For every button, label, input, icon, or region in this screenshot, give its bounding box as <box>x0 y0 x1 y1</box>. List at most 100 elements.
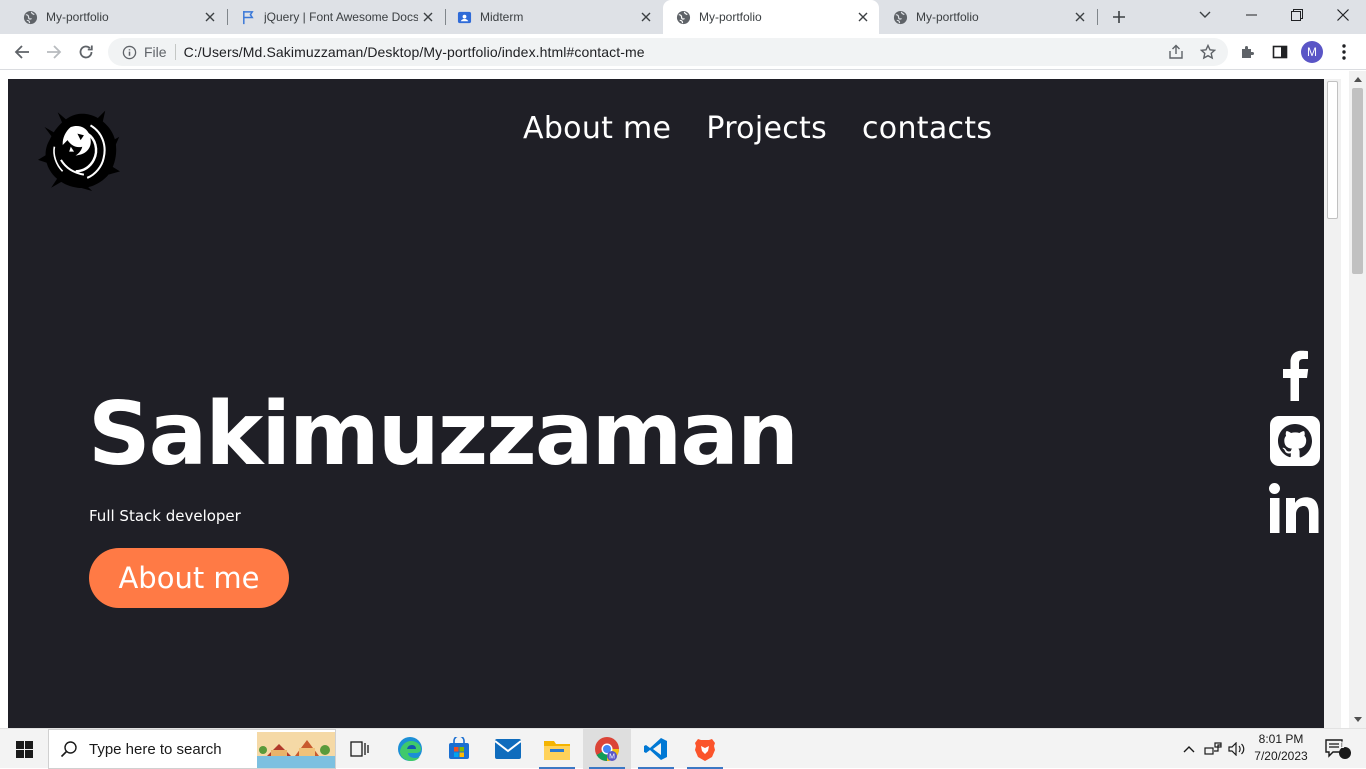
profile-avatar[interactable]: M <box>1301 41 1323 63</box>
task-view-button[interactable] <box>336 729 384 769</box>
linkedin-icon[interactable] <box>1266 482 1324 534</box>
search-icon <box>49 740 89 758</box>
address-scheme-label: File <box>144 44 176 60</box>
close-icon[interactable] <box>200 7 220 27</box>
store-taskbar-button[interactable] <box>435 729 483 769</box>
address-bar[interactable]: File C:/Users/Md.Sakimuzzaman/Desktop/My… <box>108 38 1228 66</box>
tab-my-portfolio-1[interactable]: My-portfolio <box>0 0 226 34</box>
forward-button[interactable] <box>40 38 68 66</box>
browser-toolbar: File C:/Users/Md.Sakimuzzaman/Desktop/My… <box>0 34 1366 70</box>
puzzle-icon <box>1242 46 1254 58</box>
tab-jquery-font-awesome[interactable]: jQuery | Font Awesome Docs <box>228 0 444 34</box>
back-button[interactable] <box>8 38 36 66</box>
arrow-left-icon <box>14 45 29 59</box>
volume-tray-button[interactable] <box>1226 729 1248 769</box>
close-icon[interactable] <box>1070 7 1090 27</box>
globe-icon <box>675 9 691 25</box>
speaker-icon <box>1228 742 1245 756</box>
side-panel-button[interactable] <box>1266 38 1294 66</box>
page-scrollbar-thumb[interactable] <box>1327 81 1338 219</box>
svg-text:M: M <box>609 754 615 761</box>
url-text[interactable]: C:/Users/Md.Sakimuzzaman/Desktop/My-port… <box>184 44 645 60</box>
close-window-button[interactable] <box>1320 0 1366 30</box>
new-tab-button[interactable] <box>1108 6 1130 28</box>
tab-my-portfolio-active[interactable]: My-portfolio <box>663 0 879 34</box>
chrome-taskbar-button[interactable]: M <box>583 729 631 769</box>
mail-taskbar-button[interactable] <box>484 729 532 769</box>
globe-icon <box>22 9 38 25</box>
close-icon[interactable] <box>853 7 873 27</box>
tab-search-button[interactable] <box>1182 0 1228 30</box>
folder-icon <box>544 741 570 760</box>
taskbar-clock[interactable]: 8:01 PM 7/20/2023 <box>1248 731 1314 765</box>
chrome-icon: M <box>595 737 619 761</box>
tab-title: My-portfolio <box>916 10 979 24</box>
start-button[interactable] <box>0 729 48 769</box>
network-tray-button[interactable] <box>1202 729 1224 769</box>
globe-icon <box>892 9 908 25</box>
windows-logo-icon <box>15 740 33 758</box>
mail-icon <box>495 739 521 759</box>
arrow-right-icon <box>47 45 62 59</box>
network-icon <box>1204 742 1222 755</box>
chevron-down-icon <box>1199 11 1211 18</box>
clock-time: 8:01 PM <box>1258 732 1304 746</box>
tab-my-portfolio-3[interactable]: My-portfolio <box>880 0 1096 34</box>
hero-name: Sakimuzzaman <box>88 383 799 485</box>
nav-link-contacts[interactable]: contacts <box>862 111 992 146</box>
extensions-button[interactable] <box>1234 38 1262 66</box>
scroll-down-arrow[interactable] <box>1349 711 1366 728</box>
notification-center-button[interactable]: 1 <box>1318 729 1358 769</box>
classroom-icon <box>456 9 472 25</box>
triangle-down-icon <box>1353 717 1362 722</box>
restore-button[interactable] <box>1274 0 1320 30</box>
nav-link-projects[interactable]: Projects <box>706 111 827 146</box>
reload-icon <box>79 45 93 59</box>
menu-button[interactable] <box>1330 38 1358 66</box>
tab-title: My-portfolio <box>46 10 109 24</box>
windows-taskbar: Type here to search M 8:01 PM 7/20/2023 … <box>0 728 1366 769</box>
triangle-up-icon <box>1353 77 1362 82</box>
hero-role: Full Stack developer <box>89 507 241 525</box>
search-highlight-image <box>257 732 335 768</box>
edge-icon <box>398 737 422 761</box>
nav-link-about-me[interactable]: About me <box>523 111 671 146</box>
close-icon[interactable] <box>636 7 656 27</box>
search-placeholder: Type here to search <box>89 740 222 758</box>
file-explorer-taskbar-button[interactable] <box>533 729 581 769</box>
portfolio-page: About me Projects contacts Sakimuzzaman … <box>8 79 1341 728</box>
reload-button[interactable] <box>72 38 100 66</box>
facebook-icon[interactable] <box>1266 349 1324 401</box>
show-hidden-icons-button[interactable] <box>1178 729 1200 769</box>
tab-title: Midterm <box>480 10 524 24</box>
side-panel-icon <box>1272 45 1288 59</box>
lion-logo-icon[interactable] <box>38 109 120 191</box>
flag-icon <box>240 9 256 25</box>
tab-title: My-portfolio <box>699 10 762 24</box>
star-icon[interactable] <box>1200 44 1216 60</box>
tab-title: jQuery | Font Awesome Docs <box>264 10 418 24</box>
about-me-button[interactable]: About me <box>89 548 289 608</box>
close-icon <box>1337 9 1349 21</box>
edge-taskbar-button[interactable] <box>386 729 434 769</box>
restore-icon <box>1291 9 1303 21</box>
share-icon[interactable] <box>1168 44 1184 60</box>
taskbar-search-box[interactable]: Type here to search <box>48 729 336 769</box>
tab-strip: My-portfolio jQuery | Font Awesome Docs … <box>0 0 1366 34</box>
close-icon[interactable] <box>418 7 438 27</box>
vscode-taskbar-button[interactable] <box>632 729 680 769</box>
clock-date: 7/20/2023 <box>1254 749 1308 763</box>
more-vert-icon <box>1342 44 1346 60</box>
scroll-up-arrow[interactable] <box>1349 71 1366 88</box>
tab-midterm[interactable]: Midterm <box>446 0 662 34</box>
main-nav: About me Projects contacts <box>523 111 992 146</box>
github-icon[interactable] <box>1266 415 1324 467</box>
brave-lion-icon <box>695 739 715 761</box>
browser-scrollbar-thumb[interactable] <box>1352 88 1363 274</box>
notification-count-badge: 1 <box>1339 740 1345 750</box>
chevron-up-icon <box>1183 746 1195 753</box>
minimize-button[interactable] <box>1228 0 1274 30</box>
brave-taskbar-button[interactable] <box>681 729 729 769</box>
store-icon <box>449 737 469 759</box>
info-icon[interactable] <box>118 45 140 60</box>
